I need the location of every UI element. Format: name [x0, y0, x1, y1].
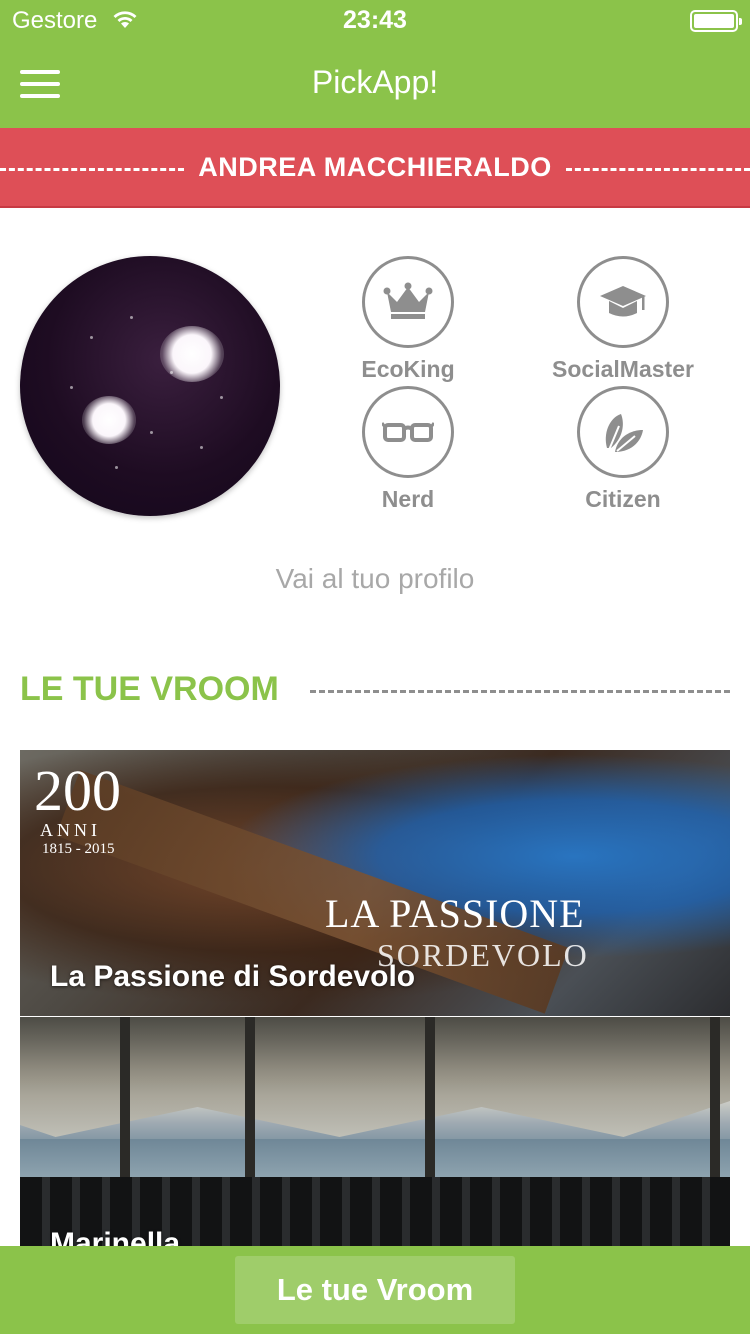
badge-label: EcoKing [361, 356, 455, 382]
battery-icon [690, 10, 742, 32]
vroom-title: La Passione di Sordevolo [50, 960, 416, 993]
badge-socialmaster[interactable]: SocialMaster [533, 256, 713, 383]
section-title: LE TUE VROOM [20, 670, 279, 708]
bottom-bar: Le tue Vroom [0, 1246, 750, 1334]
profile-link[interactable]: Vai al tuo profilo [0, 563, 750, 595]
status-time: 23:43 [343, 6, 407, 34]
avatar[interactable] [20, 256, 280, 516]
badge-ecoking[interactable]: EcoKing [318, 256, 498, 383]
badge-label: SocialMaster [552, 356, 694, 382]
crown-icon [383, 282, 433, 319]
badge-label: Nerd [381, 486, 435, 512]
banner-divider-right [566, 168, 750, 171]
badge-nerd[interactable]: Nerd [318, 386, 498, 513]
graduation-cap-icon [600, 286, 646, 317]
status-bar: Gestore 23:43 [0, 0, 750, 40]
glasses-icon [382, 422, 434, 442]
navigation-bar: Gestore 23:43 PickApp! [0, 0, 750, 128]
vroom-card[interactable]: 200 ANNI 1815 - 2015 LA PASSIONE SORDEVO… [20, 750, 730, 1016]
anniversary-logo: 200 ANNI 1815 - 2015 [34, 758, 121, 858]
badge-citizen[interactable]: Citizen [533, 386, 713, 513]
vroom-title: Marinella [50, 1227, 181, 1247]
user-name-banner: ANDREA MACCHIERALDO [0, 128, 750, 208]
section-divider [310, 690, 730, 693]
your-vroom-button[interactable]: Le tue Vroom [235, 1256, 515, 1324]
vroom-card[interactable]: Marinella [20, 1017, 730, 1247]
leaf-icon [605, 414, 643, 452]
app-title: PickApp! [311, 64, 439, 100]
badge-label: Citizen [585, 486, 661, 512]
